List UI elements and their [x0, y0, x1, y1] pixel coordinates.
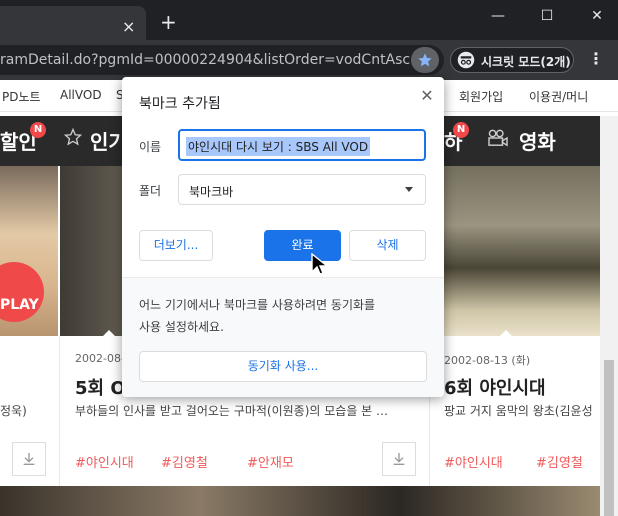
- card-tag[interactable]: #야인시대: [444, 452, 503, 471]
- nav-allvod[interactable]: AllVOD: [60, 88, 102, 102]
- close-icon[interactable]: ✕: [416, 85, 438, 107]
- sync-message: 사용 설정하세요.: [139, 320, 224, 334]
- movie-camera-icon: [488, 129, 508, 147]
- delete-button[interactable]: 삭제: [349, 230, 426, 261]
- card-description: 팡교 거지 움막의 왕초(김윤성: [444, 404, 593, 418]
- chrome-menu-button[interactable]: ⋮: [588, 51, 604, 67]
- url-text[interactable]: ramDetail.do?pgmId=00000224904&listOrder…: [0, 52, 410, 68]
- address-bar[interactable]: ramDetail.do?pgmId=00000224904&listOrder…: [0, 45, 444, 75]
- bookmark-name-value: 야인시대 다시 보기 : SBS All VOD: [186, 137, 371, 156]
- incognito-label: 시크릿 모드(2개): [481, 55, 571, 69]
- next-row-thumbnails[interactable]: [0, 486, 600, 516]
- download-button[interactable]: [12, 442, 46, 476]
- play-button[interactable]: [0, 262, 44, 322]
- incognito-badge[interactable]: 시크릿 모드(2개): [450, 47, 574, 73]
- card-title[interactable]: 5회 O: [75, 374, 126, 400]
- folder-value: 북마크바: [189, 185, 234, 199]
- new-badge: N: [30, 122, 46, 138]
- active-tab[interactable]: ×: [0, 6, 146, 40]
- card-description: 부하들의 인사를 받고 걸어오는 구마적(이원종)의 모습을 본 …: [75, 404, 389, 418]
- thumbnail-image[interactable]: PLAY: [0, 166, 58, 336]
- card-pointer: [498, 330, 514, 338]
- category-movie[interactable]: 영화: [519, 126, 556, 155]
- dialog-title: 북마크 추가됨: [139, 96, 221, 112]
- new-tab-button[interactable]: +: [160, 12, 177, 32]
- nav-signup[interactable]: 회원가입: [459, 88, 503, 105]
- new-badge: N: [453, 122, 469, 138]
- enable-sync-button[interactable]: 동기화 사용...: [139, 351, 427, 382]
- bookmark-name-input[interactable]: 야인시대 다시 보기 : SBS All VOD: [178, 129, 426, 161]
- name-label: 이름: [139, 140, 162, 154]
- bookmark-star-button[interactable]: [411, 47, 439, 73]
- scrollbar-thumb[interactable]: [604, 360, 614, 516]
- chevron-down-icon: [405, 187, 413, 192]
- card-tag[interactable]: #김영철: [536, 452, 583, 471]
- download-button[interactable]: [382, 442, 416, 476]
- sync-message: 어느 기기에서나 북마크를 사용하려면 동기화를: [139, 298, 376, 312]
- maximize-button[interactable]: ☐: [532, 5, 562, 27]
- folder-select[interactable]: 북마크바: [178, 174, 426, 205]
- column-divider: [59, 336, 60, 486]
- mouse-cursor-icon: [311, 253, 329, 275]
- tab-close-icon[interactable]: ×: [122, 19, 135, 35]
- more-button[interactable]: 더보기...: [139, 230, 213, 261]
- nav-pd-note[interactable]: PD노트: [2, 88, 41, 105]
- card-date: 2002-08-: [75, 352, 125, 365]
- tab-strip: × + — ☐ ✕: [0, 0, 618, 40]
- star-outline-icon: [64, 128, 82, 146]
- download-icon: [393, 453, 405, 465]
- card-tag[interactable]: #안재모: [247, 452, 294, 471]
- thumbnail-image[interactable]: [430, 166, 600, 336]
- minimize-button[interactable]: —: [483, 5, 513, 27]
- card-title[interactable]: 6회 야인시대: [444, 374, 546, 400]
- card-description: 정욱): [0, 404, 27, 418]
- card-tag[interactable]: #김영철: [161, 452, 208, 471]
- incognito-icon: [457, 51, 475, 69]
- bookmark-added-dialog: 북마크 추가됨 ✕ 이름 야인시대 다시 보기 : SBS All VOD 폴더…: [122, 77, 444, 397]
- card-date: 2002-08-13 (화): [444, 354, 531, 367]
- card-tag[interactable]: #야인시대: [75, 452, 134, 471]
- download-icon: [23, 453, 35, 465]
- card-pointer: [101, 330, 117, 338]
- play-label: PLAY: [0, 297, 39, 313]
- folder-label: 폴더: [139, 184, 162, 198]
- window-close-button[interactable]: ✕: [582, 5, 612, 27]
- star-icon: [418, 53, 432, 67]
- nav-pass[interactable]: 이용권/머니: [529, 88, 588, 105]
- browser-toolbar: ramDetail.do?pgmId=00000224904&listOrder…: [0, 40, 618, 80]
